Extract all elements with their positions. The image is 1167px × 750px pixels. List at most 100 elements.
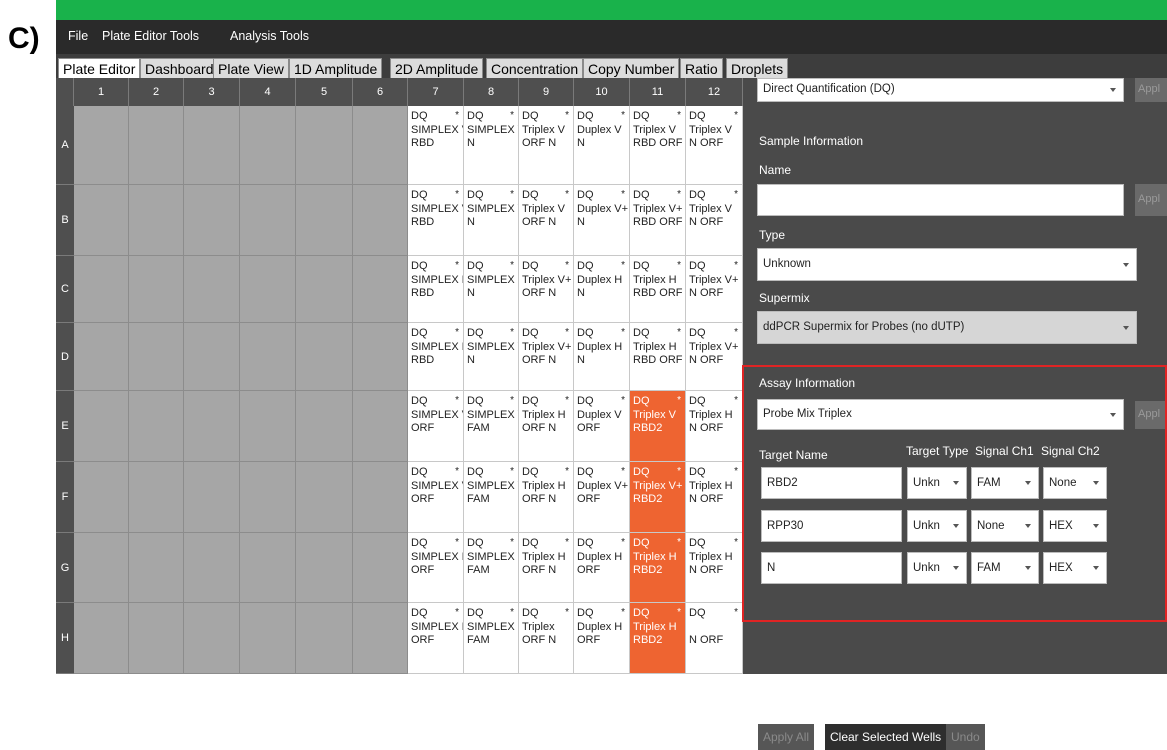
row-header[interactable]: B bbox=[56, 185, 74, 256]
plate-well[interactable] bbox=[129, 323, 184, 391]
plate-well[interactable] bbox=[296, 391, 353, 462]
column-header[interactable]: 7 bbox=[408, 78, 464, 106]
plate-well[interactable]: DQ Triplex HN ORF * bbox=[686, 391, 743, 462]
plate-well[interactable] bbox=[353, 603, 408, 674]
column-header[interactable]: 12 bbox=[686, 78, 743, 106]
plate-well[interactable] bbox=[129, 256, 184, 323]
plate-well[interactable]: DQ Duplex H N * bbox=[574, 323, 630, 391]
plate-well[interactable] bbox=[240, 391, 296, 462]
plate-well[interactable] bbox=[240, 603, 296, 674]
plate-well[interactable] bbox=[184, 185, 240, 256]
plate-well[interactable] bbox=[74, 185, 129, 256]
tab-ratio[interactable]: Ratio bbox=[680, 58, 723, 78]
plate-well[interactable]: DQ Duplex V+ N * bbox=[574, 185, 630, 256]
plate-well[interactable] bbox=[184, 106, 240, 185]
plate-well[interactable] bbox=[240, 106, 296, 185]
plate-well[interactable] bbox=[353, 533, 408, 603]
tab-plate-view[interactable]: Plate View bbox=[213, 58, 289, 78]
plate-well[interactable] bbox=[240, 533, 296, 603]
experiment-type-select[interactable]: Direct Quantification (DQ) bbox=[757, 78, 1124, 102]
row-header[interactable]: F bbox=[56, 462, 74, 533]
plate-well[interactable]: DQ Triplex H ORF N * bbox=[519, 533, 574, 603]
plate-well[interactable]: DQ Duplex V N * bbox=[574, 106, 630, 185]
plate-well[interactable] bbox=[129, 391, 184, 462]
plate-well[interactable] bbox=[74, 462, 129, 533]
plate-well[interactable] bbox=[296, 603, 353, 674]
plate-well[interactable] bbox=[296, 462, 353, 533]
plate-well[interactable]: DQ Triplex V RBD ORF * bbox=[630, 106, 686, 185]
column-header[interactable]: 9 bbox=[519, 78, 574, 106]
plate-well[interactable] bbox=[296, 256, 353, 323]
plate-well[interactable] bbox=[129, 603, 184, 674]
plate-well[interactable] bbox=[129, 533, 184, 603]
plate-well[interactable]: DQ Triplex V+ ORF N * bbox=[519, 323, 574, 391]
grid-corner[interactable] bbox=[56, 78, 74, 106]
clear-selected-wells-button[interactable]: Clear Selected Wells bbox=[825, 724, 947, 750]
plate-well[interactable]: DQ Duplex H ORF * bbox=[574, 533, 630, 603]
tab-plate-editor[interactable]: Plate Editor bbox=[58, 58, 141, 78]
plate-well[interactable] bbox=[184, 256, 240, 323]
plate-well[interactable]: DQ Triplex H ORF N * bbox=[519, 462, 574, 533]
plate-well[interactable]: DQ SIMPLEX V RBD * bbox=[408, 185, 464, 256]
plate-well[interactable]: DQ Triplex V+ N ORF * bbox=[686, 323, 743, 391]
apply-experiment-button[interactable]: Appl bbox=[1135, 78, 1167, 102]
column-header[interactable]: 11 bbox=[630, 78, 686, 106]
plate-well[interactable]: DQ SIMPLEX FAM * bbox=[464, 603, 519, 674]
plate-well[interactable]: DQ Triplex V+ RBD2 * bbox=[630, 462, 686, 533]
plate-well[interactable]: DQ SIMPLEX V RBD * bbox=[408, 106, 464, 185]
plate-well[interactable]: DQ Triplex V+ ORF N * bbox=[519, 256, 574, 323]
column-header[interactable]: 1 bbox=[74, 78, 129, 106]
plate-well[interactable] bbox=[353, 391, 408, 462]
menu-analysis-tools[interactable]: Analysis Tools bbox=[230, 29, 309, 43]
plate-well[interactable]: DQ Triplex VN ORF * bbox=[686, 185, 743, 256]
plate-well[interactable] bbox=[74, 256, 129, 323]
plate-well[interactable]: DQ Triplex H ORF N * bbox=[519, 391, 574, 462]
column-header[interactable]: 10 bbox=[574, 78, 630, 106]
row-header[interactable]: A bbox=[56, 106, 74, 185]
menu-file[interactable]: File bbox=[68, 29, 88, 43]
plate-well[interactable] bbox=[353, 185, 408, 256]
plate-well[interactable]: DQ Duplex V ORF * bbox=[574, 391, 630, 462]
tab-concentration[interactable]: Concentration bbox=[486, 58, 584, 78]
plate-well[interactable]: DQ Triplex V ORF N * bbox=[519, 185, 574, 256]
column-header[interactable]: 6 bbox=[353, 78, 408, 106]
plate-well[interactable]: DQ N ORF * bbox=[686, 603, 743, 674]
plate-well[interactable] bbox=[129, 185, 184, 256]
plate-well[interactable]: DQ Triplex H RBD ORF * bbox=[630, 256, 686, 323]
plate-well[interactable] bbox=[184, 603, 240, 674]
column-header[interactable]: 8 bbox=[464, 78, 519, 106]
row-header[interactable]: E bbox=[56, 391, 74, 462]
undo-button[interactable]: Undo bbox=[946, 724, 985, 750]
plate-well[interactable] bbox=[296, 185, 353, 256]
tab-1d-amplitude[interactable]: 1D Amplitude bbox=[289, 58, 383, 78]
plate-well[interactable]: DQ Triplex V RBD2 * bbox=[630, 391, 686, 462]
plate-well[interactable] bbox=[240, 185, 296, 256]
plate-well[interactable]: DQ Duplex H N * bbox=[574, 256, 630, 323]
plate-well[interactable]: DQ SIMPLEX H ORF * bbox=[408, 533, 464, 603]
plate-well[interactable]: DQ SIMPLEX V ORF * bbox=[408, 462, 464, 533]
sample-name-input[interactable] bbox=[757, 184, 1124, 216]
plate-well[interactable] bbox=[74, 603, 129, 674]
column-header[interactable]: 5 bbox=[296, 78, 353, 106]
plate-well[interactable] bbox=[184, 323, 240, 391]
plate-well[interactable] bbox=[240, 462, 296, 533]
row-header[interactable]: C bbox=[56, 256, 74, 323]
tab-droplets[interactable]: Droplets bbox=[726, 58, 789, 78]
row-header[interactable]: D bbox=[56, 323, 74, 391]
plate-well[interactable]: DQSIMPLEX VN* bbox=[464, 323, 519, 391]
plate-well[interactable] bbox=[296, 106, 353, 185]
plate-well[interactable]: DQ Duplex H ORF * bbox=[574, 603, 630, 674]
plate-well[interactable] bbox=[296, 323, 353, 391]
plate-well[interactable]: DQSIMPLEX VN* bbox=[464, 185, 519, 256]
plate-well[interactable] bbox=[129, 106, 184, 185]
plate-well[interactable]: DQ Triplex HN ORF * bbox=[686, 462, 743, 533]
column-header[interactable]: 3 bbox=[184, 78, 240, 106]
plate-well[interactable]: DQ SIMPLEX H RBD * bbox=[408, 256, 464, 323]
plate-well[interactable] bbox=[74, 391, 129, 462]
plate-well[interactable]: DQSIMPLEX HN* bbox=[464, 256, 519, 323]
plate-well[interactable]: DQ Duplex V+ ORF * bbox=[574, 462, 630, 533]
plate-well[interactable] bbox=[353, 256, 408, 323]
plate-well[interactable]: DQ Triplex HN ORF * bbox=[686, 533, 743, 603]
plate-well[interactable] bbox=[296, 533, 353, 603]
apply-all-button[interactable]: Apply All bbox=[758, 724, 815, 750]
